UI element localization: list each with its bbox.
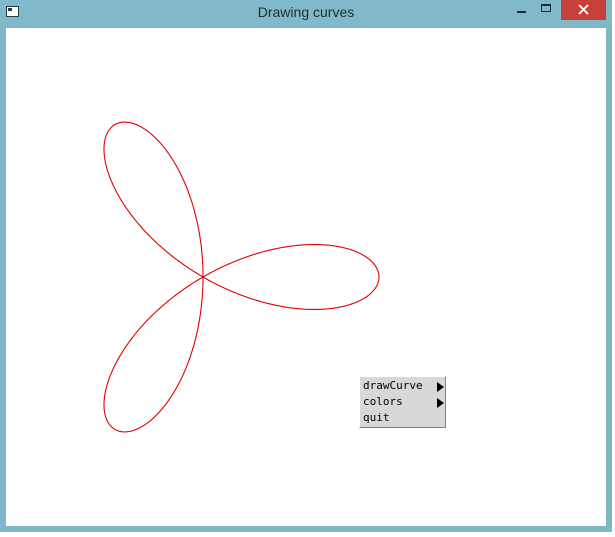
minimize-button[interactable] — [509, 0, 533, 20]
submenu-arrow-icon — [437, 398, 444, 408]
submenu-arrow-icon — [437, 382, 444, 392]
drawing-canvas[interactable]: drawCurve colors quit — [6, 28, 606, 526]
desktop-background — [0, 532, 615, 537]
three-petal-rose-curve — [103, 121, 380, 433]
context-menu: drawCurve colors quit — [359, 376, 446, 428]
menu-item-label: colors — [363, 395, 403, 408]
app-window: Drawing curves drawCurve colors quit — [0, 0, 612, 532]
close-button[interactable] — [561, 0, 606, 20]
menu-item-drawcurve[interactable]: drawCurve — [360, 378, 445, 394]
menu-item-colors[interactable]: colors — [360, 394, 445, 410]
menu-item-quit[interactable]: quit — [360, 410, 445, 426]
close-icon — [578, 4, 589, 15]
maximize-button[interactable] — [534, 0, 558, 20]
menu-item-label: drawCurve — [363, 379, 423, 392]
menu-item-label: quit — [363, 411, 390, 424]
title-bar[interactable]: Drawing curves — [0, 0, 612, 26]
curve-drawing — [103, 121, 380, 433]
